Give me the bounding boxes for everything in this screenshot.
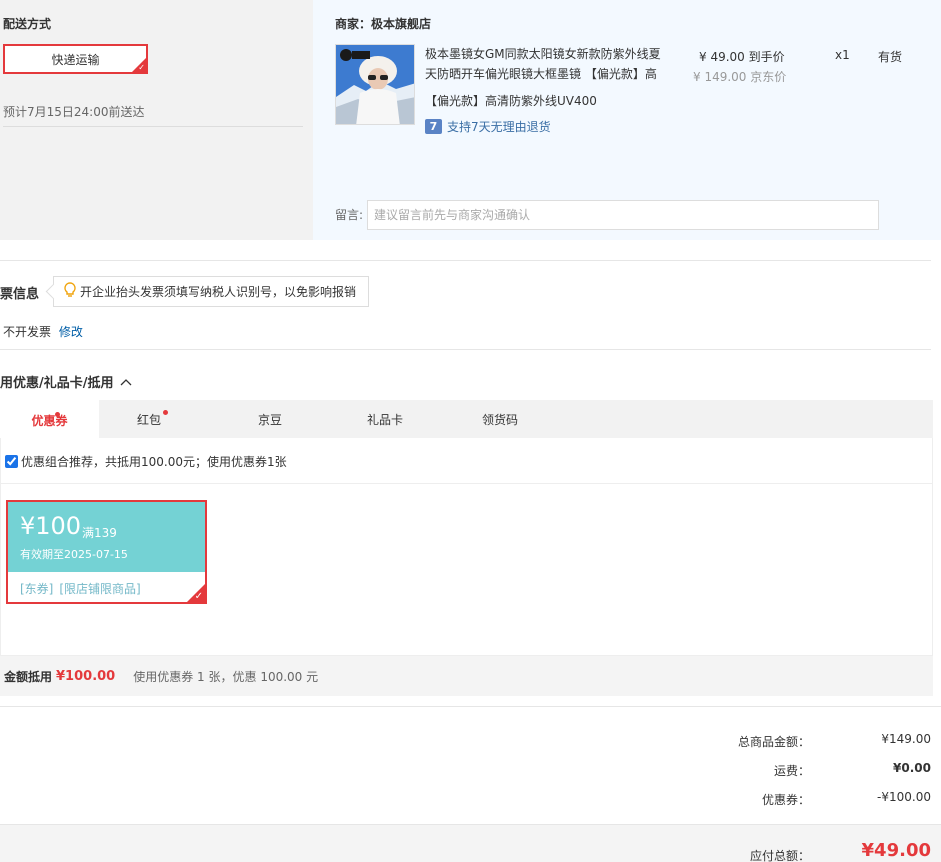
coupon-panel: 优惠组合推荐，共抵用100.00元；使用优惠券1张 ¥100 满139 有效期至… — [0, 438, 933, 656]
divider — [1, 483, 932, 484]
seller-note-input[interactable] — [367, 200, 879, 230]
tab-jd-beans[interactable]: 京豆 — [220, 400, 320, 438]
discount-section-title[interactable]: 用优惠/礼品卡/抵用 — [0, 372, 132, 391]
product-photo-icon — [336, 45, 414, 124]
coupon-tag: [东券] — [20, 582, 54, 596]
return-policy: 7 支持7天无理由退货 — [425, 118, 551, 135]
invoice-value: 不开发票 修改 — [3, 323, 83, 340]
chevron-up-icon[interactable] — [120, 375, 132, 389]
tab-label: 礼品卡 — [366, 412, 403, 427]
discount-title-text: 用优惠/礼品卡/抵用 — [0, 376, 114, 391]
tab-red-packets[interactable]: 红包 — [99, 400, 199, 438]
tab-coupons[interactable]: 优惠券 — [0, 400, 99, 438]
product-title-link[interactable]: 极本墨镜女GM同款太阳镜女新款防紫外线夏天防晒开车偏光眼镜大框墨镜 【偏光款】高 — [425, 44, 665, 84]
freight-value: ¥0.00 — [893, 761, 931, 775]
coupon-deduct-label: 优惠券： — [761, 793, 810, 807]
summary-label: 金额抵用 — [4, 669, 53, 684]
coupon-header: ¥100 满139 有效期至2025-07-15 — [8, 502, 205, 572]
shipping-method-label: 快递运输 — [51, 52, 100, 67]
invoice-title: 票信息 — [0, 287, 40, 302]
summary-desc: 使用优惠券 1 张，优惠 100.00 元 — [133, 669, 319, 684]
shipping-panel: 配送方式 快递运输 ✓ 预计7月15日24:00前送达 — [0, 0, 313, 240]
final-price: ¥ 49.00 到手价 — [699, 50, 785, 64]
quantity: x1 — [835, 48, 850, 62]
payable-value: ¥49.00 — [861, 840, 931, 861]
tab-label: 红包 — [136, 412, 161, 427]
payable-bar: 应付总额： ¥49.00 — [0, 824, 941, 862]
items-total-value: ¥149.00 — [881, 732, 931, 746]
combo-checkbox[interactable] — [5, 455, 18, 468]
divider — [0, 260, 931, 261]
divider — [3, 126, 303, 127]
payable-label: 应付总额： — [749, 849, 810, 862]
product-variant: 【偏光款】高清防紫外线UV400 — [425, 94, 597, 108]
tab-label: 领货码 — [481, 412, 518, 427]
invoice-edit-link[interactable]: 修改 — [59, 325, 83, 339]
combo-text: 优惠组合推荐，共抵用100.00元；使用优惠券1张 — [21, 455, 287, 469]
discount-summary: 金额抵用 ¥100.00 使用优惠券 1 张，优惠 100.00 元 — [0, 656, 933, 696]
new-dot-icon — [163, 410, 168, 415]
coupon-amount: ¥100 — [20, 512, 82, 540]
invoice-tip-text: 开企业抬头发票须填写纳税人识别号，以免影响报销 — [80, 285, 357, 299]
coupon-tag: [限店铺限商品] — [59, 582, 141, 596]
freight-label: 运费： — [773, 764, 810, 778]
order-package-section: 配送方式 快递运输 ✓ 预计7月15日24:00前送达 商家：极本旗舰店 极本墨… — [0, 0, 941, 240]
delivery-eta: 预计7月15日24:00前送达 — [3, 105, 145, 119]
divider — [0, 349, 931, 350]
combo-recommend[interactable]: 优惠组合推荐，共抵用100.00元；使用优惠券1张 — [5, 453, 287, 470]
shipping-title: 配送方式 — [3, 17, 52, 31]
coupon-deduct-value: -¥100.00 — [877, 790, 931, 804]
check-icon: ✓ — [194, 591, 203, 602]
tab-gift-cards[interactable]: 礼品卡 — [335, 400, 435, 438]
shop-panel: 商家：极本旗舰店 极本墨镜女GM同款太阳镜女新款防紫外线夏天防晒开车偏光眼镜大框… — [313, 0, 941, 240]
shop-title: 商家：极本旗舰店 — [335, 17, 432, 31]
shipping-method-button[interactable]: 快递运输 ✓ — [3, 44, 148, 74]
coupon-tags: [东券] [限店铺限商品] — [20, 580, 141, 597]
coupon-threshold: 满139 — [82, 526, 117, 540]
jd-price: ¥ 149.00 京东价 — [693, 70, 787, 84]
note-label: 留言: — [335, 208, 364, 222]
invoice-tip: 开企业抬头发票须填写纳税人识别号，以免影响报销 — [53, 276, 369, 307]
tab-label: 京豆 — [257, 412, 282, 427]
product-image[interactable] — [335, 44, 415, 125]
divider — [0, 706, 941, 707]
tab-label: 优惠券 — [31, 413, 68, 428]
stock-status: 有货 — [878, 50, 903, 64]
coupon-card[interactable]: ¥100 满139 有效期至2025-07-15 [东券] [限店铺限商品] ✓ — [6, 500, 207, 604]
discount-tabs: 优惠券 红包 京豆 礼品卡 领货码 — [0, 400, 933, 438]
lightbulb-icon — [64, 282, 76, 301]
seven-day-return-icon: 7 — [425, 119, 442, 134]
items-total-label: 总商品金额： — [737, 735, 810, 749]
new-dot-icon — [55, 412, 60, 417]
tab-redeem-code[interactable]: 领货码 — [450, 400, 550, 438]
invoice-type: 不开发票 — [3, 325, 52, 339]
coupon-validity: 有效期至2025-07-15 — [20, 548, 128, 561]
return-policy-text: 支持7天无理由退货 — [447, 120, 551, 134]
summary-amount: ¥100.00 — [56, 668, 116, 684]
check-icon: ✓ — [138, 63, 145, 72]
